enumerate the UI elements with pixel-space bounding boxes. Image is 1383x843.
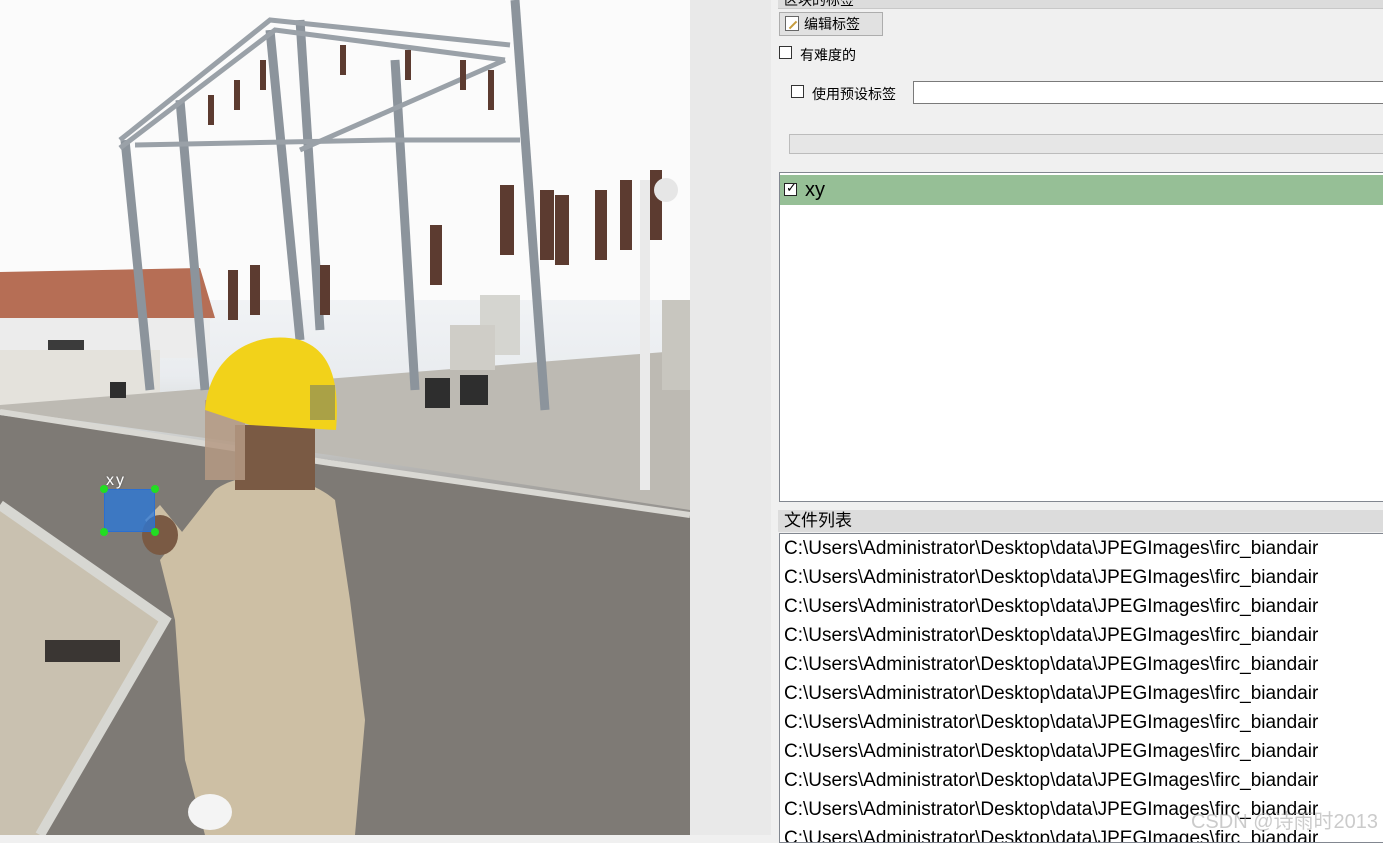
- edit-label-button-text: 编辑标签: [804, 16, 860, 32]
- label-dock: 区块的标签 编辑标签 有难度的 使用预设标签 xy 文件列表 C:\Users\…: [776, 0, 1383, 843]
- file-list-item[interactable]: C:\Users\Administrator\Desktop\data\JPEG…: [784, 625, 1318, 647]
- label-dock-title: 区块的标签: [778, 0, 1383, 9]
- label-item-checkbox[interactable]: [784, 180, 797, 196]
- preset-label-input[interactable]: [913, 81, 1383, 104]
- annotation-label: xy: [106, 472, 126, 489]
- label-list[interactable]: xy: [779, 172, 1383, 502]
- file-list-item[interactable]: C:\Users\Administrator\Desktop\data\JPEG…: [784, 567, 1318, 589]
- label-item-text: xy: [805, 179, 825, 201]
- use-preset-checkbox[interactable]: [791, 85, 804, 98]
- watermark: CSDN @诗雨时2013: [1190, 811, 1378, 833]
- file-list[interactable]: C:\Users\Administrator\Desktop\data\JPEG…: [779, 533, 1383, 843]
- bbox-handle-top-right[interactable]: [151, 485, 159, 493]
- use-preset-label: 使用预设标签: [812, 86, 896, 102]
- bbox-handle-bottom-right[interactable]: [151, 528, 159, 536]
- annotation-bbox[interactable]: [100, 485, 159, 536]
- edit-pencil-icon: [785, 16, 799, 31]
- file-list-item[interactable]: C:\Users\Administrator\Desktop\data\JPEG…: [784, 654, 1318, 676]
- file-list-item[interactable]: C:\Users\Administrator\Desktop\data\JPEG…: [784, 683, 1318, 705]
- file-list-title: 文件列表: [778, 510, 1383, 532]
- difficult-checkbox[interactable]: [779, 46, 792, 59]
- file-list-item[interactable]: C:\Users\Administrator\Desktop\data\JPEG…: [784, 741, 1318, 763]
- progress-bar: [789, 134, 1383, 154]
- substation-photo: [0, 0, 690, 835]
- canvas-background: [690, 0, 771, 835]
- edit-label-button[interactable]: 编辑标签: [779, 12, 883, 36]
- file-list-item[interactable]: C:\Users\Administrator\Desktop\data\JPEG…: [784, 596, 1318, 618]
- bbox-handle-top-left[interactable]: [100, 485, 108, 493]
- image-canvas[interactable]: xy: [0, 0, 690, 835]
- file-list-item[interactable]: C:\Users\Administrator\Desktop\data\JPEG…: [784, 538, 1318, 560]
- difficult-label: 有难度的: [800, 47, 856, 63]
- bbox-handle-bottom-left[interactable]: [100, 528, 108, 536]
- file-list-item[interactable]: C:\Users\Administrator\Desktop\data\JPEG…: [784, 712, 1318, 734]
- label-list-item[interactable]: xy: [780, 175, 1383, 205]
- file-list-item[interactable]: C:\Users\Administrator\Desktop\data\JPEG…: [784, 770, 1318, 792]
